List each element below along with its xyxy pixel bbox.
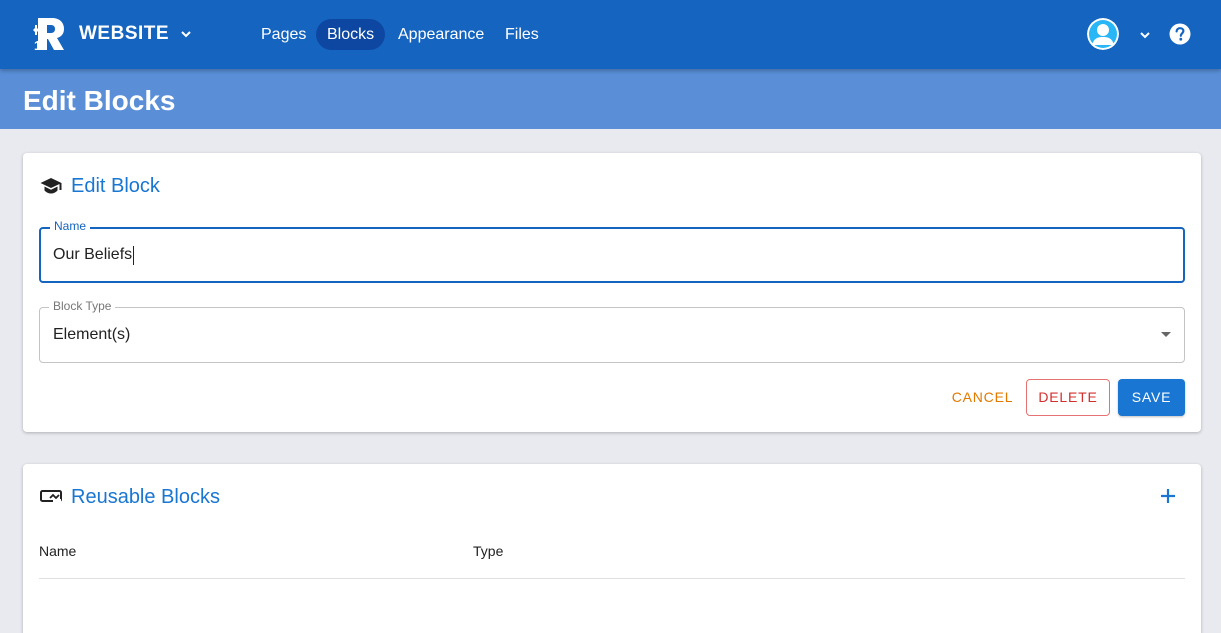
chevron-down-icon[interactable] (179, 27, 193, 41)
dropdown-arrow-icon[interactable] (1161, 332, 1171, 337)
table-divider (39, 578, 1185, 579)
name-input[interactable]: Our Beliefs (53, 246, 132, 264)
block-type-select[interactable]: Block Type Element(s) (39, 299, 1185, 363)
top-navigation-bar: 1 WEBSITE Pages Blocks Appearance Files (0, 0, 1221, 69)
save-button[interactable]: SAVE (1118, 379, 1185, 416)
name-field[interactable]: Name Our Beliefs (39, 219, 1185, 283)
column-header-name[interactable]: Name (39, 543, 76, 559)
column-header-type[interactable]: Type (473, 543, 503, 559)
plus-icon[interactable] (1158, 486, 1178, 506)
nav-blocks[interactable]: Blocks (316, 19, 386, 50)
edit-block-card: Edit Block Name Our Beliefs Block Type E… (23, 153, 1201, 432)
site-name[interactable]: WEBSITE (79, 23, 169, 45)
page-title: Edit Blocks (23, 85, 176, 116)
reusable-blocks-card: Reusable Blocks Name Type (23, 464, 1201, 633)
text-caret (133, 245, 135, 265)
user-avatar[interactable] (1087, 18, 1119, 50)
reusable-blocks-title: Reusable Blocks (71, 486, 220, 508)
block-type-value[interactable]: Element(s) (53, 308, 130, 362)
help-circle-icon[interactable] (1169, 23, 1191, 45)
page-title-bar (0, 69, 1221, 129)
nav-appearance[interactable]: Appearance (387, 19, 495, 50)
r1-logo[interactable]: 1 (30, 16, 66, 52)
chevron-down-icon[interactable] (1138, 28, 1152, 42)
block-icon (40, 490, 62, 504)
nav-files[interactable]: Files (494, 19, 550, 50)
nav-pages[interactable]: Pages (250, 19, 317, 50)
svg-text:1: 1 (34, 38, 41, 52)
delete-button[interactable]: DELETE (1026, 379, 1110, 416)
edit-block-title: Edit Block (71, 175, 160, 197)
cancel-button[interactable]: CANCEL (948, 379, 1017, 416)
school-icon (40, 178, 62, 194)
